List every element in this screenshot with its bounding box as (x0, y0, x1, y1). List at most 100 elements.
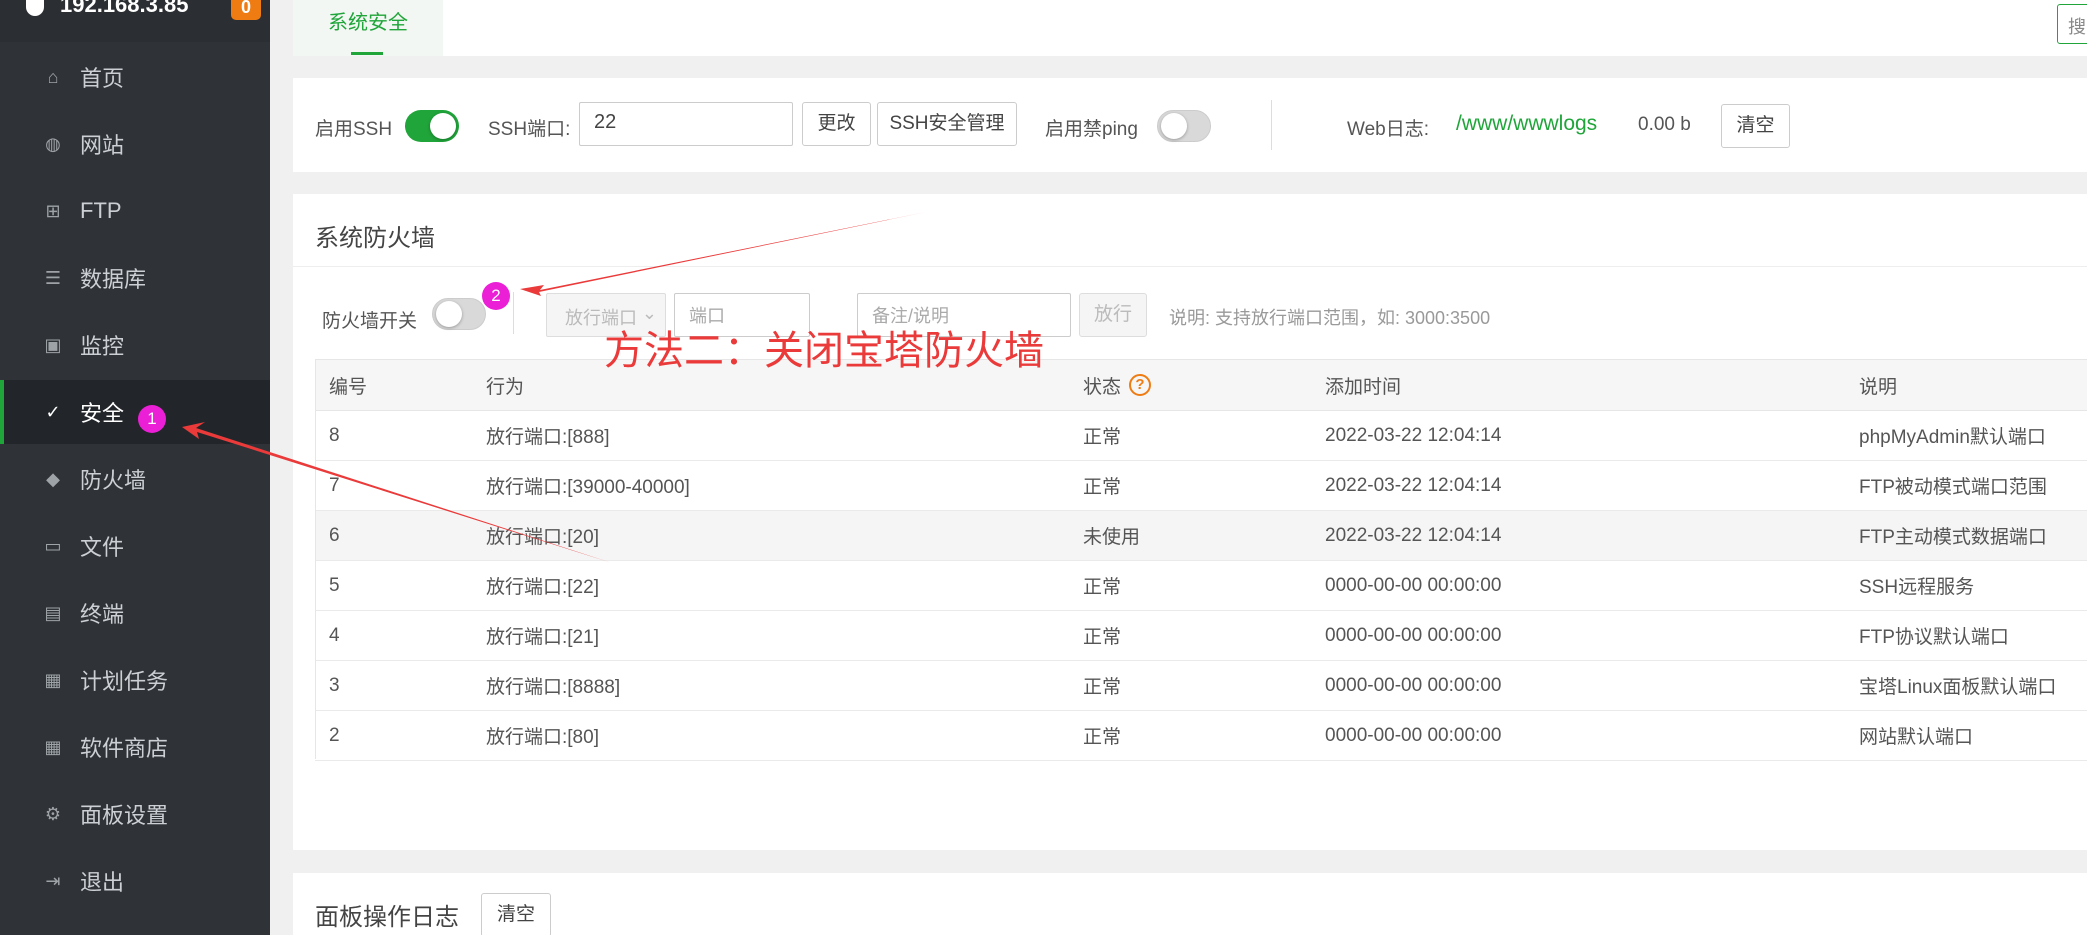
row-note: FTP协议默认端口 (1859, 627, 2009, 648)
row-action: 放行端口:[20] (486, 527, 599, 548)
ping-toggle[interactable] (1157, 110, 1211, 142)
sidebar-header[interactable]: 192.168.3.85 0 (0, 0, 270, 42)
host-badge: 0 (231, 0, 261, 20)
shield-check-icon: ✓ (45, 401, 61, 422)
ssh-toggle[interactable] (405, 110, 459, 142)
table-border (315, 359, 316, 759)
row-note: phpMyAdmin默认端口 (1859, 427, 2046, 448)
ssh-port-input[interactable]: 22 (579, 102, 793, 146)
sidebar-item-9[interactable]: ▦ 计划任务 (0, 648, 270, 712)
row-time: 0000-00-00 00:00:00 (1325, 724, 1502, 746)
row-note: FTP被动模式端口范围 (1859, 477, 2047, 498)
annotation-badge-1: 1 (138, 405, 166, 433)
sidebar-item-0[interactable]: ⌂ 首页 (0, 45, 270, 109)
sidebar-item-3[interactable]: ☰ 数据库 (0, 246, 270, 310)
search-button[interactable]: 搜 (2057, 4, 2087, 44)
row-status: 未使用 (1083, 527, 1141, 548)
table-row[interactable]: 4 放行端口:[21] 正常 0000-00-00 00:00:00 FTP协议默认端口 (315, 611, 2087, 661)
weblog-size: 0.00 b (1638, 114, 1691, 135)
table-row[interactable]: 3 放行端口:[8888] 正常 0000-00-00 00:00:00 宝塔Linux… (315, 661, 2087, 711)
tab-system-security[interactable]: 系统安全 (293, 0, 443, 56)
firewall-hint: 说明: 支持放行端口范围，如: 3000:3500 (1169, 308, 1491, 328)
sidebar-item-2[interactable]: ⊞ FTP (0, 179, 270, 243)
weblog-path-link[interactable]: /www/wwwlogs (1456, 112, 1597, 136)
row-status: 正常 (1083, 677, 1122, 698)
ssh-settings-card: 启用SSH SSH端口: 22 更改 SSH安全管理 启用禁ping Web日志… (293, 78, 2087, 172)
sidebar-item-label: 安全 (80, 401, 125, 426)
sidebar-item-label: 文件 (80, 535, 125, 560)
annotation-badge-2: 2 (482, 282, 510, 310)
sidebar-item-label: 面板设置 (80, 803, 169, 828)
firewall-switch-label: 防火墙开关 (322, 311, 418, 332)
sidebar-item-label: 终端 (80, 602, 125, 627)
tab-label: 系统安全 (328, 12, 408, 34)
row-action: 放行端口:[80] (486, 727, 599, 748)
clear-log-button[interactable]: 清空 (481, 893, 551, 935)
sidebar-item-label: 软件商店 (80, 736, 169, 761)
toggle-knob (1161, 113, 1187, 139)
ping-label: 启用禁ping (1045, 119, 1138, 140)
row-note: SSH远程服务 (1859, 577, 1975, 598)
ftp-icon: ⊞ (45, 200, 61, 221)
divider (513, 292, 514, 334)
row-time: 2022-03-22 12:04:14 (1325, 524, 1502, 546)
row-note: FTP主动模式数据端口 (1859, 527, 2047, 548)
divider (1271, 100, 1272, 150)
table-row[interactable]: 6 放行端口:[20] 未使用 2022-03-22 12:04:14 FTP主动模式数… (315, 511, 2087, 561)
row-status: 正常 (1083, 477, 1122, 498)
sidebar-item-11[interactable]: ⚙ 面板设置 (0, 782, 270, 846)
clear-weblog-button[interactable]: 清空 (1721, 104, 1790, 148)
sidebar-item-label: 数据库 (80, 267, 147, 292)
gear-icon: ⚙ (44, 803, 62, 824)
help-icon[interactable]: ? (1129, 374, 1152, 396)
home-icon: ⌂ (47, 66, 59, 87)
table-row[interactable]: 7 放行端口:[39000-40000] 正常 2022-03-22 12:04:14… (315, 461, 2087, 511)
row-time: 0000-00-00 00:00:00 (1325, 624, 1502, 646)
col-id: 编号 (329, 376, 368, 398)
ssh-manage-button[interactable]: SSH安全管理 (877, 102, 1017, 146)
sidebar-item-label: 防火墙 (80, 468, 147, 493)
col-status: 状态? (1083, 360, 1152, 410)
host-ip: 192.168.3.85 (60, 0, 189, 17)
row-note: 网站默认端口 (1859, 727, 1974, 748)
sidebar-item-5[interactable]: ✓ 安全 (0, 380, 270, 444)
sidebar-item-10[interactable]: ▦ 软件商店 (0, 715, 270, 779)
col-time: 添加时间 (1325, 376, 1402, 398)
row-id: 4 (329, 624, 340, 646)
row-id: 5 (329, 574, 340, 596)
col-note: 说明 (1859, 376, 1898, 398)
table-header: 编号 行为 状态? 添加时间 说明 (315, 360, 2087, 411)
firewall-toggle[interactable] (432, 298, 486, 330)
sidebar-item-8[interactable]: ▤ 终端 (0, 581, 270, 645)
table-row[interactable]: 8 放行端口:[888] 正常 2022-03-22 12:04:14 phpMyAdm… (315, 411, 2087, 461)
change-port-button[interactable]: 更改 (802, 102, 871, 146)
row-time: 2022-03-22 12:04:14 (1325, 474, 1502, 496)
row-status: 正常 (1083, 627, 1122, 648)
table-row[interactable]: 5 放行端口:[22] 正常 0000-00-00 00:00:00 SSH远程服务 (315, 561, 2087, 611)
sidebar-item-label: 网站 (80, 133, 125, 158)
table-row[interactable]: 2 放行端口:[80] 正常 0000-00-00 00:00:00 网站默认端口 (315, 711, 2087, 761)
allow-button[interactable]: 放行 (1079, 293, 1147, 337)
divider (293, 266, 2087, 267)
row-time: 2022-03-22 12:04:14 (1325, 424, 1502, 446)
terminal-icon: ▤ (44, 602, 62, 623)
row-action: 放行端口:[8888] (486, 677, 621, 698)
globe-icon: ◍ (45, 133, 61, 154)
ssh-port-label: SSH端口: (488, 119, 571, 140)
row-action: 放行端口:[39000-40000] (486, 477, 690, 498)
calendar-icon: ▦ (44, 669, 62, 690)
tab-underline (351, 52, 383, 55)
database-icon: ☰ (44, 267, 62, 288)
row-action: 放行端口:[21] (486, 627, 599, 648)
shield-icon: ◆ (46, 468, 60, 489)
weblog-label: Web日志: (1347, 119, 1430, 140)
sidebar-item-6[interactable]: ◆ 防火墙 (0, 447, 270, 511)
row-note: 宝塔Linux面板默认端口 (1859, 677, 2057, 698)
sidebar-item-12[interactable]: ⇥ 退出 (0, 849, 270, 913)
sidebar-item-7[interactable]: ▭ 文件 (0, 514, 270, 578)
ssh-label: 启用SSH (315, 119, 393, 140)
firewall-table: 编号 行为 状态? 添加时间 说明 8 放行端口:[888] 正常 2022-03-2… (315, 359, 2087, 761)
sidebar-item-1[interactable]: ◍ 网站 (0, 112, 270, 176)
firewall-card: 系统防火墙 防火墙开关 放行端口 ⌄ 端口 备注/说明 放行 说明: 支持放行端… (293, 194, 2087, 850)
sidebar-item-4[interactable]: ▣ 监控 (0, 313, 270, 377)
